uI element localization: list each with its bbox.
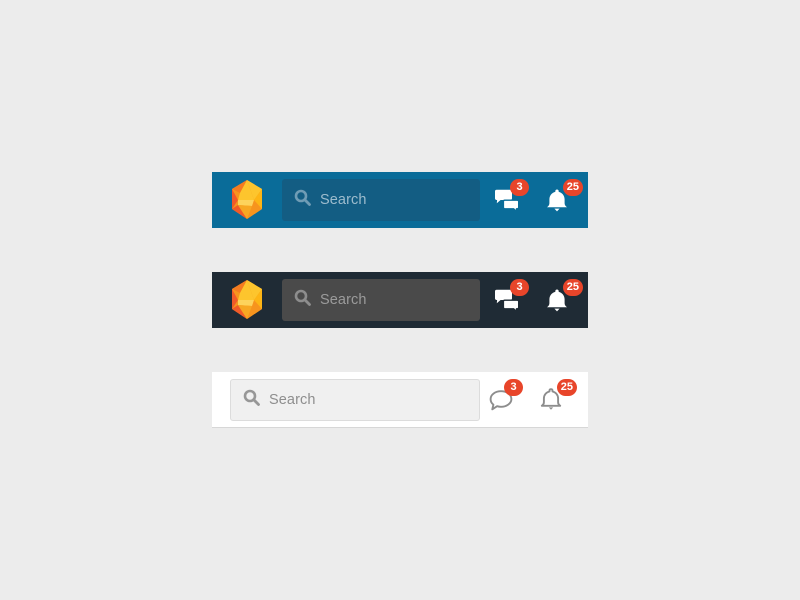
messages-button[interactable]: 3 [490,179,529,217]
navbar-actions: 3 25 [490,179,588,217]
search-input[interactable]: Search [282,279,480,321]
navbar-light: Search 3 25 [212,372,588,428]
navbar-blue: Search 3 25 [212,172,588,228]
polygon-logo[interactable] [226,279,268,321]
navbar-actions: 3 25 [490,279,588,317]
messages-button[interactable]: 3 [484,378,523,417]
polygon-logo[interactable] [226,179,268,221]
search-icon [243,389,260,411]
navbar-actions: 3 25 [484,378,588,417]
messages-badge: 3 [510,179,529,196]
messages-badge: 3 [510,279,529,296]
messages-badge: 3 [504,378,523,396]
search-placeholder: Search [320,292,367,308]
search-input[interactable]: Search [282,179,480,221]
notifications-badge: 25 [556,378,577,396]
notifications-badge: 25 [562,279,583,296]
navbar-showcase: Search 3 25 Search 3 25 Search 3 25 [212,172,588,428]
search-icon [294,189,311,211]
search-placeholder: Search [320,192,367,208]
notifications-button[interactable]: 25 [534,378,577,417]
notifications-button[interactable]: 25 [540,179,583,217]
search-input[interactable]: Search [230,378,480,421]
messages-button[interactable]: 3 [490,279,529,317]
navbar-dark: Search 3 25 [212,272,588,328]
search-icon [294,289,311,311]
notifications-badge: 25 [562,179,583,196]
notifications-button[interactable]: 25 [540,279,583,317]
search-placeholder: Search [269,391,316,408]
